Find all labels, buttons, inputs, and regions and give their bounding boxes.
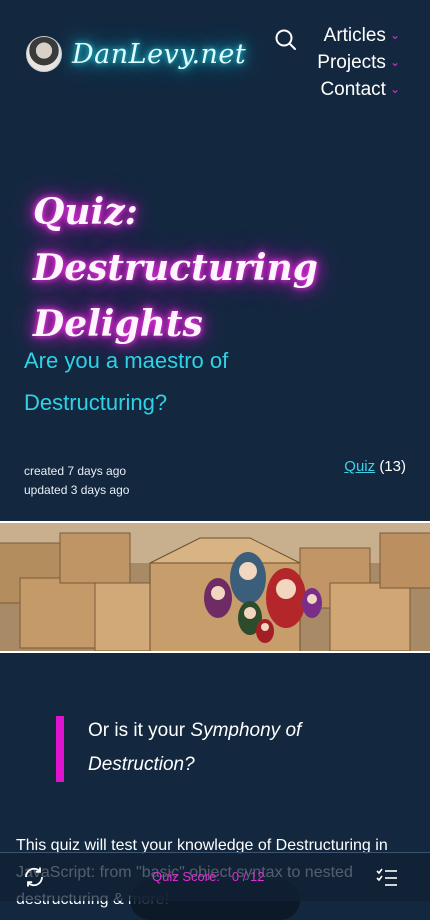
tag-link-group: Quiz (13) [344,458,406,475]
reset-quiz-button[interactable] [22,865,46,889]
nav-item-projects[interactable]: Projects ⌄ [317,49,400,76]
quiz-score-label: Quiz Score: [152,869,220,884]
page-subtitle: Are you a maestro of Destructuring? [24,348,229,415]
quiz-toolbar: Quiz Score: 0 / 12 [0,852,430,901]
tag-link-quiz[interactable]: Quiz [344,458,375,475]
nav-item-label: Projects [317,52,386,73]
nav-item-label: Contact [320,79,386,100]
question-list-button[interactable] [376,867,398,889]
post-meta: created 7 days ago updated 3 days ago [24,462,129,500]
nav-item-label: Articles [323,25,386,46]
search-button[interactable] [274,28,298,52]
main-nav: Articles ⌄ Projects ⌄ Contact ⌄ [317,22,400,103]
hero-image [0,521,430,653]
created-date: created 7 days ago [24,464,127,478]
chevron-down-icon: ⌄ [389,55,400,69]
avatar [26,36,62,72]
boxes-and-dolls-illustration [0,523,430,651]
nav-item-contact[interactable]: Contact ⌄ [317,76,400,103]
updated-date: updated 3 days ago [24,483,130,497]
pull-quote: Or is it your Symphony of Destruction? [56,716,356,782]
quote-text: Or is it your Symphony of Destruction? [88,714,356,782]
checklist-icon [376,868,397,886]
quiz-score-value: 0 / 12 [231,869,265,884]
quote-prefix: Or is it your [88,720,191,741]
chevron-down-icon: ⌄ [389,82,400,96]
page-title: Quiz: Destructuring Delights [33,191,318,345]
site-logo[interactable]: DanLevy.net [26,36,246,72]
quiz-score: Quiz Score: 0 / 12 [152,869,264,884]
chevron-down-icon: ⌄ [389,28,400,42]
refresh-icon [25,867,43,887]
site-name: DanLevy.net [72,38,247,70]
nav-item-articles[interactable]: Articles ⌄ [317,22,400,49]
search-icon [275,29,296,50]
tag-count: (13) [379,458,406,475]
